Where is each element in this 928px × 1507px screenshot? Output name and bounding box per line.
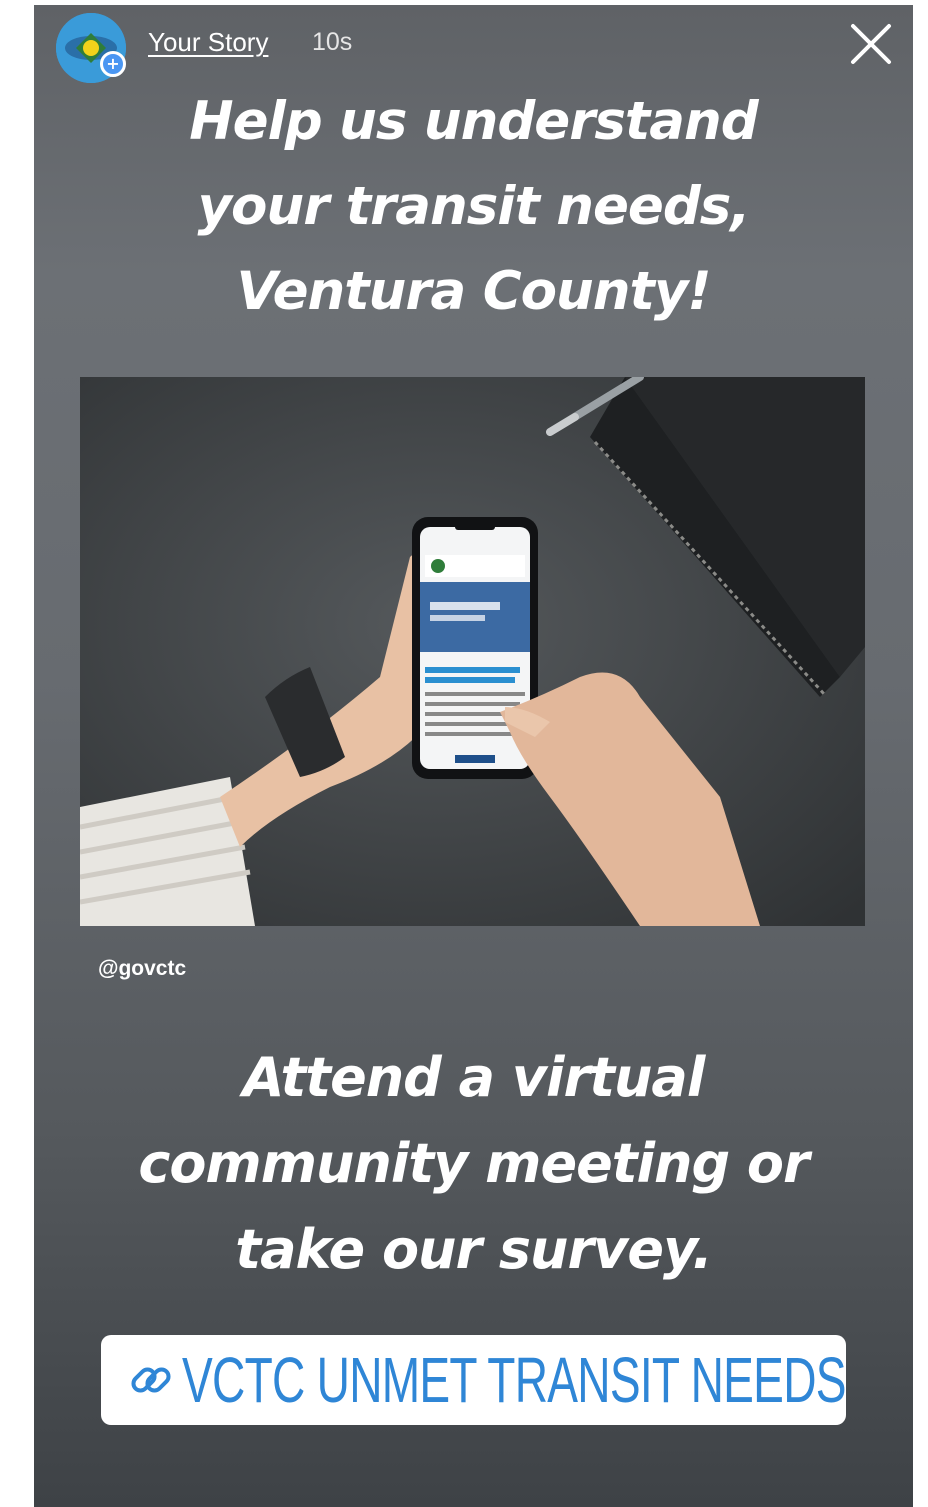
- story-headline: Help us understand your transit needs, V…: [34, 79, 913, 334]
- post-author-handle[interactable]: @govctc: [98, 957, 186, 981]
- shared-post-image[interactable]: [80, 377, 865, 926]
- cta-line: Attend a virtual: [242, 1046, 706, 1109]
- headline-line: your transit needs,: [197, 176, 751, 237]
- story-username[interactable]: Your Story: [148, 27, 268, 58]
- cta-line: community meeting or: [138, 1132, 809, 1195]
- cta-line: take our survey.: [235, 1218, 712, 1281]
- story-call-to-action: Attend a virtual community meeting or ta…: [34, 1035, 913, 1293]
- story-timestamp: 10s: [312, 28, 353, 56]
- link-icon: [126, 1355, 176, 1405]
- close-icon: [851, 24, 891, 64]
- headline-line: Help us understand: [189, 91, 758, 152]
- close-button[interactable]: [846, 19, 896, 69]
- headline-line: Ventura County!: [236, 261, 711, 322]
- link-sticker-label: VCTC UNMET TRANSIT NEEDS: [181, 1344, 846, 1416]
- story-viewer[interactable]: + Your Story 10s Help us understand your…: [34, 5, 913, 1507]
- link-sticker-button[interactable]: VCTC UNMET TRANSIT NEEDS: [101, 1335, 846, 1425]
- phone-in-hands-photo: [80, 377, 865, 926]
- add-story-badge[interactable]: +: [100, 51, 126, 77]
